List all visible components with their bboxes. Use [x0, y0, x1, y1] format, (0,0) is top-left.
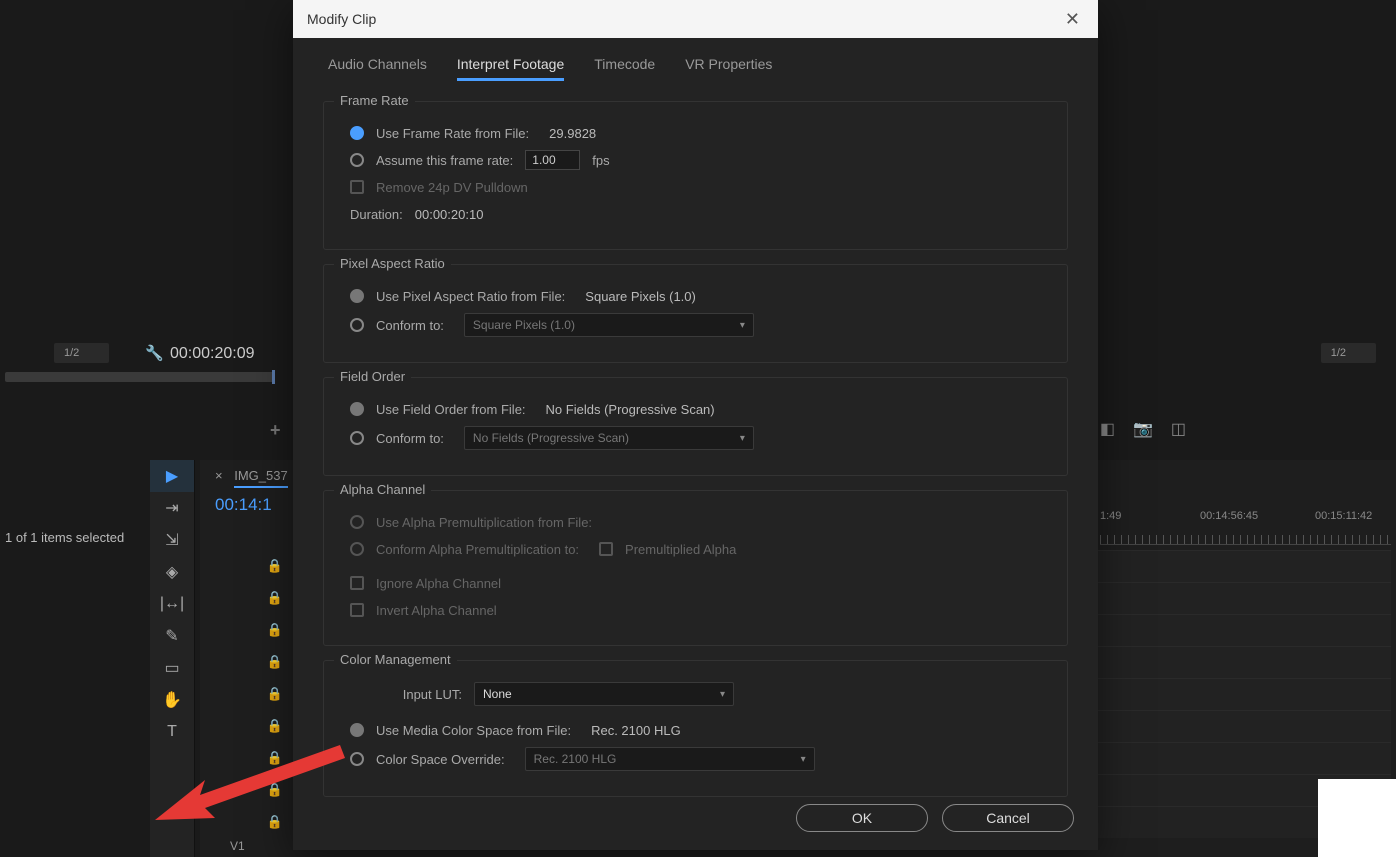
par-conform-select[interactable]: Square Pixels (1.0)▾ [464, 313, 754, 337]
checkbox-remove-24p-pulldown [350, 180, 364, 194]
media-color-space-value: Rec. 2100 HLG [591, 723, 681, 738]
type-tool[interactable]: T [150, 716, 194, 748]
track-select-tool[interactable]: ⇥ [150, 492, 194, 524]
tools-panel: ▶ ⇥ ⇲ ◈ |↔| ✎ ▭ ✋ T [150, 460, 195, 857]
checkbox-ignore-alpha [350, 576, 364, 590]
assume-frame-rate-input[interactable] [525, 150, 580, 170]
hand-tool[interactable]: ✋ [150, 684, 194, 716]
checkbox-invert-alpha [350, 603, 364, 617]
radio-field-conform-to[interactable] [350, 431, 364, 445]
dialog-titlebar: Modify Clip ✕ [293, 0, 1098, 38]
sequence-tab[interactable]: × IMG_537 [215, 468, 288, 483]
zoom-right[interactable]: 1/2 [1321, 343, 1376, 363]
wrench-icon[interactable]: 🔧 [145, 344, 164, 362]
radio-use-par-from-file[interactable] [350, 289, 364, 303]
field-order-value: No Fields (Progressive Scan) [546, 402, 715, 417]
watermark-square [1318, 779, 1396, 857]
radio-alpha-conform-to [350, 542, 364, 556]
section-field-order: Field Order Use Field Order from File: N… [323, 377, 1068, 476]
section-label: Alpha Channel [334, 482, 431, 497]
close-tab-icon[interactable]: × [215, 468, 223, 483]
tab-interpret-footage[interactable]: Interpret Footage [457, 56, 564, 81]
add-panel-icon[interactable]: + [270, 420, 281, 441]
track-v1-label[interactable]: V1 [230, 839, 245, 853]
par-value: Square Pixels (1.0) [585, 289, 696, 304]
rectangle-tool[interactable]: ▭ [150, 652, 194, 684]
compare-icon[interactable]: ◫ [1171, 419, 1186, 439]
source-scrollbar[interactable] [5, 372, 275, 382]
section-label: Field Order [334, 369, 411, 384]
radio-use-field-order-from-file[interactable] [350, 402, 364, 416]
zoom-left[interactable]: 1/2 [54, 343, 109, 363]
marker-icon[interactable]: ◧ [1100, 419, 1115, 439]
duration-value: 00:00:20:10 [415, 207, 484, 222]
radio-use-alpha-from-file [350, 515, 364, 529]
razor-tool[interactable]: |↔| [150, 588, 194, 620]
source-timecode: 00:00:20:09 [170, 345, 255, 363]
modify-clip-dialog: Modify Clip ✕ Audio Channels Interpret F… [293, 0, 1098, 850]
cancel-button[interactable]: Cancel [942, 804, 1074, 832]
dialog-tabs: Audio Channels Interpret Footage Timecod… [328, 56, 1068, 81]
radio-assume-frame-rate[interactable] [350, 153, 364, 167]
radio-use-frame-rate-from-file[interactable] [350, 126, 364, 140]
tab-audio-channels[interactable]: Audio Channels [328, 56, 427, 81]
section-frame-rate: Frame Rate Use Frame Rate from File: 29.… [323, 101, 1068, 250]
section-label: Pixel Aspect Ratio [334, 256, 451, 271]
radio-par-conform-to[interactable] [350, 318, 364, 332]
close-icon[interactable]: ✕ [1061, 5, 1084, 34]
rate-stretch-tool[interactable]: ◈ [150, 556, 194, 588]
section-label: Color Management [334, 652, 457, 667]
section-pixel-aspect-ratio: Pixel Aspect Ratio Use Pixel Aspect Rati… [323, 264, 1068, 363]
ripple-tool[interactable]: ⇲ [150, 524, 194, 556]
camera-icon[interactable]: 📷 [1133, 419, 1153, 439]
ok-button[interactable]: OK [796, 804, 928, 832]
tab-vr-properties[interactable]: VR Properties [685, 56, 772, 81]
section-alpha-channel: Alpha Channel Use Alpha Premultiplicatio… [323, 490, 1068, 646]
radio-color-space-override[interactable] [350, 752, 364, 766]
tab-timecode[interactable]: Timecode [594, 56, 655, 81]
pen-tool[interactable]: ✎ [150, 620, 194, 652]
selection-tool[interactable]: ▶ [150, 460, 194, 492]
color-space-override-select[interactable]: Rec. 2100 HLG▾ [525, 747, 815, 771]
dialog-title: Modify Clip [307, 11, 376, 27]
section-color-management: Color Management Input LUT: None▾ Use Me… [323, 660, 1068, 797]
frame-rate-value: 29.9828 [549, 126, 596, 141]
checkbox-premultiplied-alpha [599, 542, 613, 556]
dialog-footer: OK Cancel [796, 804, 1074, 832]
monitor-icons: ◧ 📷 ◫ [1100, 419, 1186, 439]
playhead-timecode[interactable]: 00:14:1 [215, 495, 272, 515]
project-selection-status: 1 of 1 items selected [5, 530, 124, 545]
field-conform-select[interactable]: No Fields (Progressive Scan)▾ [464, 426, 754, 450]
section-label: Frame Rate [334, 93, 415, 108]
input-lut-select[interactable]: None▾ [474, 682, 734, 706]
radio-use-media-color-space[interactable] [350, 723, 364, 737]
